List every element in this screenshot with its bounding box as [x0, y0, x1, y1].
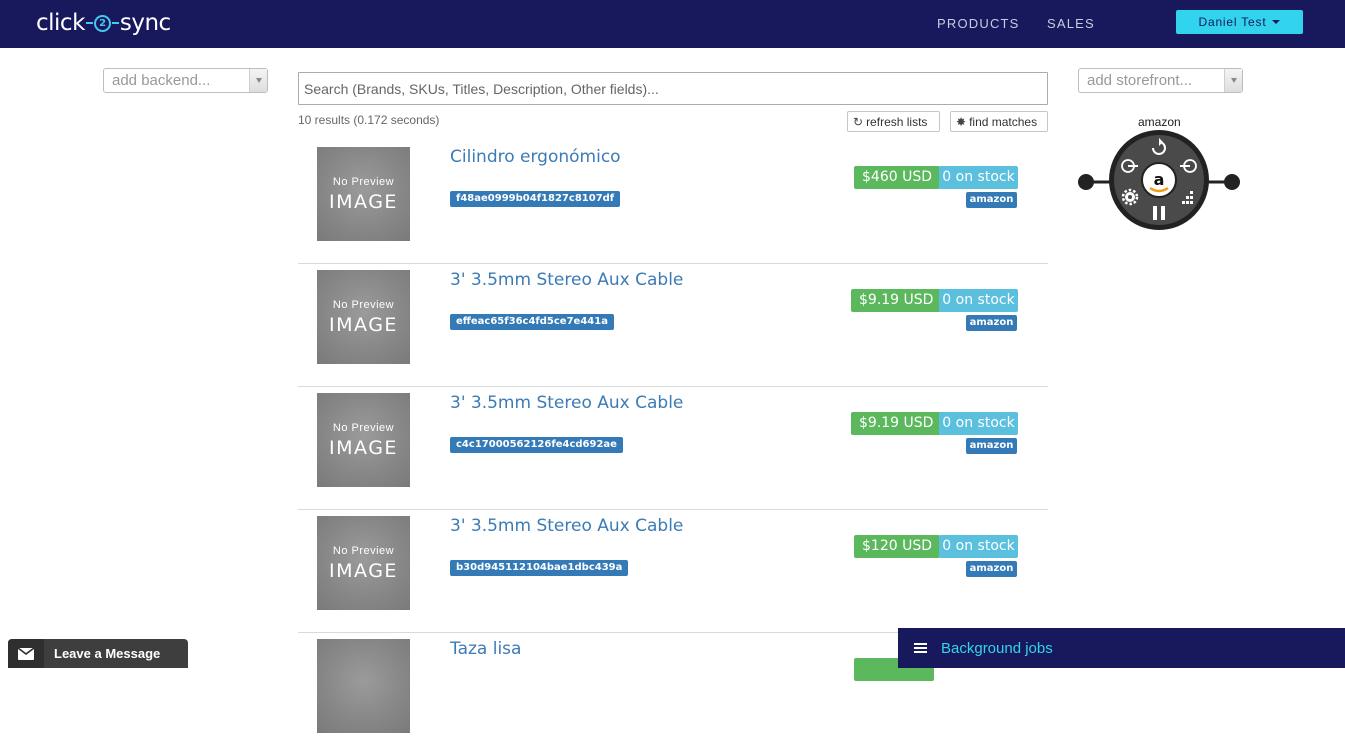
user-name: Daniel Test — [1198, 15, 1267, 29]
thumbnail-caption: IMAGE — [329, 314, 398, 336]
thumbnail-caption: IMAGE — [329, 191, 398, 213]
product-stock-badge: 0 on stock — [939, 289, 1018, 312]
product-row: No Preview IMAGE 3' 3.5mm Stereo Aux Cab… — [298, 387, 1048, 510]
dropdown-arrow-icon — [1224, 69, 1242, 92]
top-navbar: click 2 sync PRODUCTS SALES Daniel Test — [0, 0, 1345, 48]
brand-text-right: sync — [119, 10, 171, 36]
backend-select-placeholder: add backend... — [112, 72, 211, 89]
refresh-lists-button[interactable]: ↻ refresh lists — [847, 111, 940, 132]
nav-products-link[interactable]: PRODUCTS — [937, 16, 1020, 31]
storefront-name: amazon — [1138, 115, 1181, 129]
product-price-badge: $460 USD — [854, 166, 940, 189]
product-store-tag: amazon — [966, 438, 1017, 454]
thumbnail-caption: No Preview — [332, 545, 395, 557]
pin-icon: ✸ — [956, 114, 967, 129]
product-store-tag: amazon — [966, 561, 1017, 577]
product-sku-tag[interactable]: c4c17000562126fe4cd692ae — [450, 437, 623, 453]
product-sku-tag[interactable]: effeac65f36c4fd5ce7e441a — [450, 314, 614, 330]
thumbnail-caption: No Preview — [332, 422, 395, 434]
product-title-link[interactable]: Cilindro ergonómico — [450, 147, 621, 167]
thumbnail-caption: IMAGE — [329, 437, 398, 459]
nav-sales-link[interactable]: SALES — [1047, 16, 1095, 31]
brand-connector — [85, 22, 93, 24]
thumbnail-caption: IMAGE — [329, 560, 398, 582]
brand-text-left: click — [36, 10, 85, 36]
product-stock-badge: 0 on stock — [939, 535, 1018, 558]
product-price-badge: $9.19 USD — [851, 412, 942, 435]
brand-logo[interactable]: click 2 sync — [36, 9, 171, 37]
product-stock-badge: 0 on stock — [939, 166, 1018, 189]
product-thumbnail[interactable] — [317, 639, 410, 733]
find-matches-label: find matches — [969, 114, 1038, 129]
user-menu-button[interactable]: Daniel Test — [1176, 10, 1303, 34]
brand-number: 2 — [93, 14, 111, 32]
leave-message-button[interactable]: Leave a Message — [8, 639, 188, 668]
storefront-connector-node[interactable] — [1224, 174, 1240, 190]
background-jobs-panel[interactable]: Background jobs — [898, 628, 1345, 668]
leave-message-label: Leave a Message — [54, 646, 161, 661]
product-title-link[interactable]: Taza lisa — [450, 639, 521, 659]
refresh-icon: ↻ — [853, 114, 864, 129]
thumbnail-caption: No Preview — [332, 299, 395, 311]
refresh-lists-label: refresh lists — [866, 114, 928, 129]
amazon-logo-letter: a — [1154, 170, 1165, 189]
product-price-badge: $120 USD — [854, 535, 940, 558]
caret-down-icon — [1272, 20, 1281, 24]
product-store-tag: amazon — [966, 192, 1017, 208]
search-input[interactable] — [298, 72, 1048, 105]
list-icon — [914, 641, 927, 655]
product-row: No Preview IMAGE Cilindro ergonómico f48… — [298, 141, 1048, 264]
brand-connector — [111, 22, 119, 24]
thumbnail-caption: No Preview — [332, 176, 395, 188]
product-row: No Preview IMAGE 3' 3.5mm Stereo Aux Cab… — [298, 264, 1048, 387]
product-price-badge: $9.19 USD — [851, 289, 942, 312]
storefront-select-placeholder: add storefront... — [1087, 72, 1193, 89]
product-stock-badge: 0 on stock — [939, 412, 1018, 435]
storefront-sync-widget: a — [1078, 130, 1240, 230]
product-row: No Preview IMAGE 3' 3.5mm Stereo Aux Cab… — [298, 510, 1048, 633]
background-jobs-label: Background jobs — [941, 639, 1053, 657]
backend-connector-node[interactable] — [1078, 174, 1094, 190]
product-title-link[interactable]: 3' 3.5mm Stereo Aux Cable — [450, 270, 683, 290]
product-sku-tag[interactable]: b30d945112104bae1dbc439a — [450, 560, 629, 576]
product-title-link[interactable]: 3' 3.5mm Stereo Aux Cable — [450, 516, 683, 536]
product-thumbnail[interactable]: No Preview IMAGE — [317, 147, 410, 241]
envelope-icon — [8, 639, 44, 668]
product-sku-tag[interactable]: f48ae0999b04f1827c8107df — [450, 191, 621, 207]
product-thumbnail[interactable]: No Preview IMAGE — [317, 393, 410, 487]
find-matches-button[interactable]: ✸ find matches — [950, 111, 1048, 132]
backend-select[interactable]: add backend... — [103, 68, 268, 93]
product-title-link[interactable]: 3' 3.5mm Stereo Aux Cable — [450, 393, 683, 413]
results-count: 10 results (0.172 seconds) — [298, 113, 440, 127]
dropdown-arrow-icon — [249, 69, 267, 92]
product-thumbnail[interactable]: No Preview IMAGE — [317, 270, 410, 364]
storefront-select[interactable]: add storefront... — [1078, 68, 1243, 93]
product-thumbnail[interactable]: No Preview IMAGE — [317, 516, 410, 610]
product-store-tag: amazon — [966, 315, 1017, 331]
